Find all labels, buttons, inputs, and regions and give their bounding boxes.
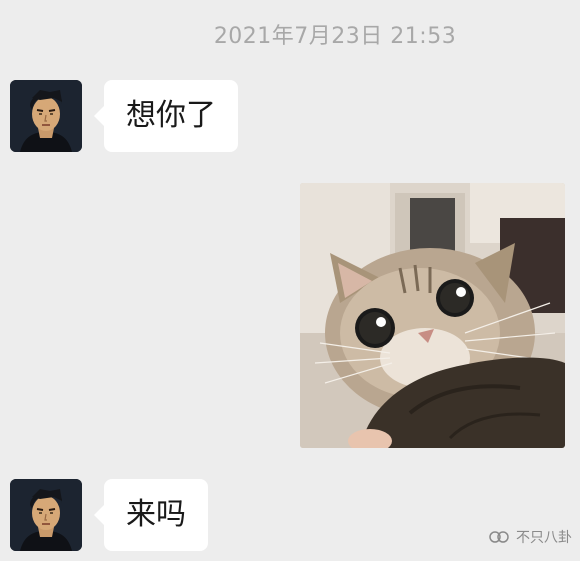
watermark-text: 不只八卦 bbox=[516, 530, 572, 546]
message-bubble[interactable]: 想你了 bbox=[94, 80, 238, 152]
wechat-official-account-icon bbox=[489, 531, 509, 543]
cat-photo-illustration bbox=[300, 183, 565, 448]
avatar-illustration bbox=[10, 80, 82, 152]
contact-avatar[interactable] bbox=[10, 80, 82, 152]
contact-avatar[interactable] bbox=[10, 479, 82, 551]
watermark: 不只八卦 bbox=[488, 527, 572, 547]
chat-window: 2021年7月23日 21:53 想你了 来吗 不只八卦 bbox=[0, 0, 580, 561]
cat-photo[interactable] bbox=[300, 183, 565, 448]
message-timestamp: 2021年7月23日 21:53 bbox=[213, 24, 457, 49]
avatar-illustration bbox=[10, 479, 82, 551]
message-bubble[interactable]: 来吗 bbox=[94, 479, 208, 551]
